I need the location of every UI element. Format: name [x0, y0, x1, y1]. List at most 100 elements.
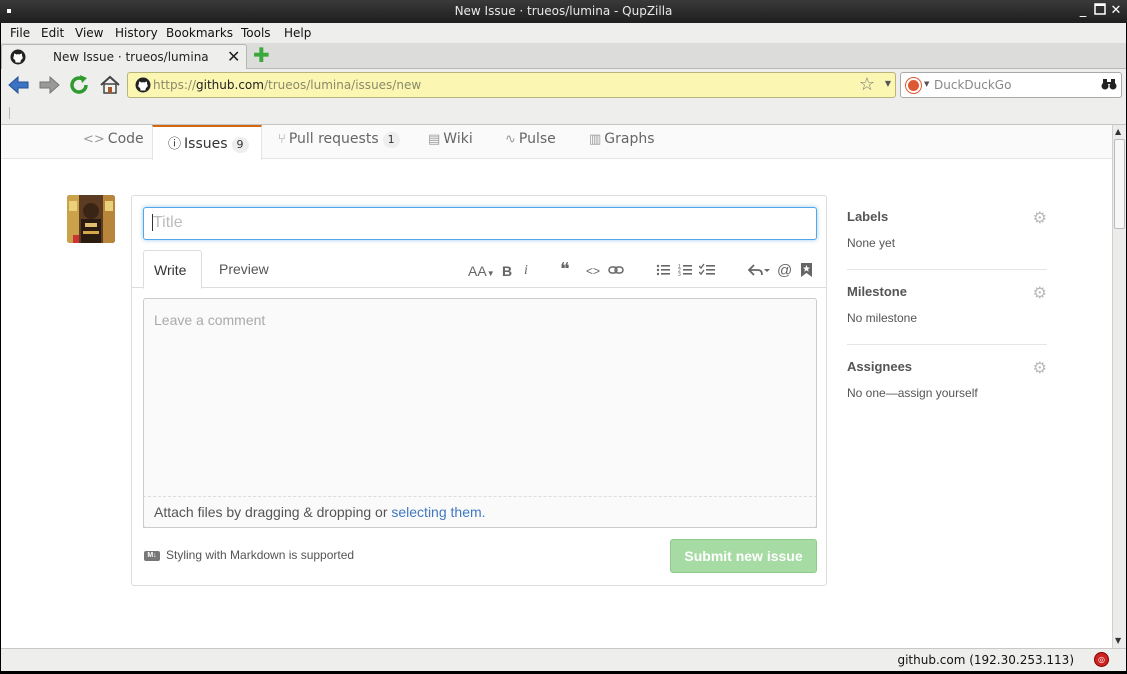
- bookmark-icon[interactable]: [801, 263, 812, 280]
- assignees-section: Assignees ⚙ No one—assign yourself: [847, 345, 1047, 420]
- labels-value: None yet: [847, 236, 896, 250]
- milestone-gear-icon[interactable]: ⚙: [1033, 283, 1047, 302]
- italic-icon[interactable]: i: [524, 263, 528, 279]
- new-issue-form: Title Write Preview AA▼ B i ❝ <> 123 @ L…: [131, 195, 827, 586]
- avatar[interactable]: [67, 195, 115, 243]
- ordered-list-icon[interactable]: 123: [678, 263, 692, 280]
- github-icon: [10, 49, 26, 65]
- repo-tab-pull-requests[interactable]: ⑂ Pull requests 1: [278, 125, 400, 159]
- url-scheme: https://: [153, 78, 197, 92]
- assign-yourself-link[interactable]: No one—assign yourself: [847, 386, 978, 400]
- assignees-heading: Assignees: [847, 359, 913, 374]
- vertical-scrollbar[interactable]: ▲ ▼: [1112, 125, 1126, 648]
- repo-tab-code[interactable]: <> Code: [83, 125, 144, 159]
- repo-tab-code-label: Code: [107, 131, 144, 147]
- labels-heading: Labels: [847, 209, 889, 224]
- home-icon[interactable]: [98, 73, 122, 97]
- duckduckgo-icon[interactable]: [906, 78, 921, 93]
- search-box[interactable]: ▼ DuckDuckGo: [900, 72, 1122, 98]
- minimize-icon[interactable]: _: [1075, 3, 1091, 19]
- back-arrow-icon[interactable]: [7, 73, 31, 97]
- reload-icon[interactable]: [67, 73, 91, 97]
- select-files-link[interactable]: selecting them.: [391, 504, 485, 520]
- close-window-icon[interactable]: ✕: [1108, 3, 1124, 19]
- tab-close-icon[interactable]: ✕: [227, 47, 240, 66]
- header-dropdown-icon: ▼: [486, 269, 495, 278]
- repo-tab-graphs[interactable]: ▥ Graphs: [589, 125, 655, 159]
- title-placeholder: Title: [153, 214, 183, 231]
- repo-tab-graphs-label: Graphs: [604, 131, 655, 147]
- comment-textarea[interactable]: Leave a comment ◢: [143, 298, 817, 528]
- repo-tab-pulls-label: Pull requests: [288, 131, 379, 147]
- status-bar: github.com (192.30.253.113) ◎: [1, 648, 1126, 671]
- search-placeholder: DuckDuckGo: [934, 78, 1012, 92]
- menu-tools[interactable]: Tools: [241, 26, 271, 40]
- markdown-note-text: Styling with Markdown is supported: [166, 548, 355, 562]
- task-list-icon[interactable]: [698, 263, 715, 280]
- issue-sidebar: Labels ⚙ None yet Milestone ⚙ No milesto…: [847, 195, 1047, 420]
- menu-help[interactable]: Help: [284, 26, 311, 40]
- quote-icon[interactable]: ❝: [560, 259, 570, 280]
- search-engine-dropdown-icon[interactable]: ▼: [924, 80, 929, 88]
- menu-view[interactable]: View: [75, 26, 103, 40]
- tab-write[interactable]: Write: [143, 250, 202, 289]
- code-icon: <>: [83, 132, 105, 147]
- milestone-heading: Milestone: [847, 284, 907, 299]
- address-bar[interactable]: https://github.com/trueos/lumina/issues/…: [127, 72, 896, 98]
- browser-window: File Edit View History Bookmarks Tools H…: [1, 23, 1126, 671]
- attach-files-bar[interactable]: Attach files by dragging & dropping or s…: [143, 496, 817, 528]
- issues-counter: 9: [231, 137, 249, 153]
- bookmarks-toolbar: [1, 101, 1126, 125]
- repo-tab-wiki-label: Wiki: [443, 131, 473, 147]
- status-text: github.com (192.30.253.113): [897, 653, 1074, 667]
- toolbar-separator: [9, 107, 10, 119]
- scroll-up-arrow-icon[interactable]: ▲: [1115, 127, 1121, 136]
- code-icon[interactable]: <>: [586, 264, 600, 278]
- navigation-toolbar: https://github.com/trueos/lumina/issues/…: [1, 69, 1126, 101]
- menu-bookmarks[interactable]: Bookmarks: [166, 26, 233, 40]
- repo-navigation: <> Code ⓘ Issues 9 ⑂ Pull requests 1 ▤ Wiki ∿ P…: [1, 125, 1112, 160]
- url-dropdown-icon[interactable]: ▼: [885, 79, 891, 88]
- web-page: <> Code ⓘ Issues 9 ⑂ Pull requests 1 ▤ Wiki ∿ P…: [1, 125, 1112, 648]
- adblock-icon[interactable]: ◎: [1094, 652, 1109, 667]
- bookmark-star-icon[interactable]: ☆: [859, 74, 875, 95]
- menu-history[interactable]: History: [115, 26, 158, 40]
- header-tool-label: AA: [468, 263, 487, 279]
- link-icon[interactable]: [608, 263, 624, 279]
- pulls-counter: 1: [382, 132, 400, 148]
- menu-file[interactable]: File: [10, 26, 30, 40]
- assignees-gear-icon[interactable]: ⚙: [1033, 358, 1047, 377]
- maximize-icon[interactable]: [1092, 3, 1108, 19]
- markdown-icon: M↓: [144, 550, 160, 561]
- url-domain: github.com: [196, 78, 264, 92]
- mention-icon[interactable]: @: [777, 262, 792, 279]
- submit-new-issue-button[interactable]: Submit new issue: [670, 539, 817, 573]
- tab-new-issue[interactable]: New Issue · trueos/lumina ✕: [1, 44, 247, 69]
- reply-icon[interactable]: [747, 263, 770, 280]
- repo-tab-issues-label: Issues: [184, 136, 228, 152]
- menu-bar: File Edit View History Bookmarks Tools H…: [1, 23, 1126, 43]
- unordered-list-icon[interactable]: [656, 263, 670, 280]
- header-text-icon[interactable]: AA▼: [468, 263, 495, 279]
- tab-bar: New Issue · trueos/lumina ✕: [1, 43, 1126, 69]
- svg-text:3: 3: [678, 272, 681, 277]
- binoculars-search-icon[interactable]: [1101, 77, 1117, 95]
- menu-edit[interactable]: Edit: [41, 26, 64, 40]
- labels-gear-icon[interactable]: ⚙: [1033, 208, 1047, 227]
- book-icon: ▤: [428, 132, 441, 147]
- repo-tab-pulse[interactable]: ∿ Pulse: [505, 125, 556, 159]
- bold-icon[interactable]: B: [502, 263, 512, 279]
- forward-arrow-icon[interactable]: [37, 73, 61, 97]
- scroll-down-arrow-icon[interactable]: ▼: [1115, 636, 1121, 645]
- editor-tabs: Write Preview AA▼ B i ❝ <> 123 @: [132, 250, 826, 289]
- tab-preview[interactable]: Preview: [209, 250, 279, 288]
- new-tab-plus-icon[interactable]: ✚: [253, 45, 271, 65]
- issue-title-input[interactable]: Title: [143, 207, 817, 240]
- repo-tab-wiki[interactable]: ▤ Wiki: [428, 125, 473, 159]
- scrollbar-thumb[interactable]: [1114, 139, 1125, 229]
- markdown-support-note[interactable]: M↓ Styling with Markdown is supported: [144, 548, 354, 562]
- git-pull-request-icon: ⑂: [278, 132, 286, 147]
- repo-tab-issues[interactable]: ⓘ Issues 9: [152, 125, 262, 160]
- url-path: /trueos/lumina/issues/new: [263, 78, 422, 92]
- issue-opened-icon: ⓘ: [168, 137, 182, 152]
